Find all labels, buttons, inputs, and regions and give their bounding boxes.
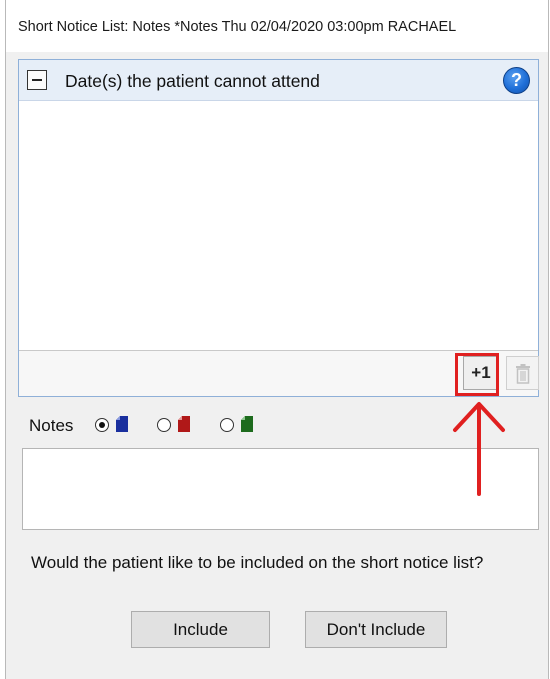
notes-radio-blue[interactable] [95, 418, 109, 432]
trash-icon [516, 364, 530, 384]
dates-list[interactable] [19, 101, 538, 351]
help-icon[interactable]: ? [503, 67, 530, 94]
dates-panel-header: Date(s) the patient cannot attend ? [19, 60, 538, 101]
notes-label: Notes [29, 416, 74, 435]
notes-textarea[interactable] [22, 448, 539, 530]
window-title: Short Notice List: Notes *Notes Thu 02/0… [18, 19, 457, 35]
collapse-minus-icon[interactable] [27, 70, 47, 90]
notes-radio-red[interactable] [157, 418, 171, 432]
title-bar: Short Notice List: Notes *Notes Thu 02/0… [6, 0, 548, 52]
add-date-button[interactable]: +1 [463, 356, 499, 390]
dates-panel: Date(s) the patient cannot attend ? +1 [18, 59, 539, 397]
dates-panel-title: Date(s) the patient cannot attend [65, 71, 320, 91]
delete-date-button[interactable] [506, 356, 539, 390]
dont-include-button[interactable]: Don't Include [305, 611, 447, 648]
dates-panel-footer: +1 [19, 351, 539, 396]
short-notice-dialog: Short Notice List: Notes *Notes Thu 02/0… [5, 0, 549, 679]
notes-radio-green[interactable] [220, 418, 234, 432]
include-button[interactable]: Include [131, 611, 270, 648]
note-red-icon [178, 416, 190, 432]
note-green-icon [241, 416, 253, 432]
notes-color-row: Notes [29, 415, 289, 437]
short-notice-question: Would the patient like to be included on… [31, 553, 484, 572]
note-blue-icon [116, 416, 128, 432]
